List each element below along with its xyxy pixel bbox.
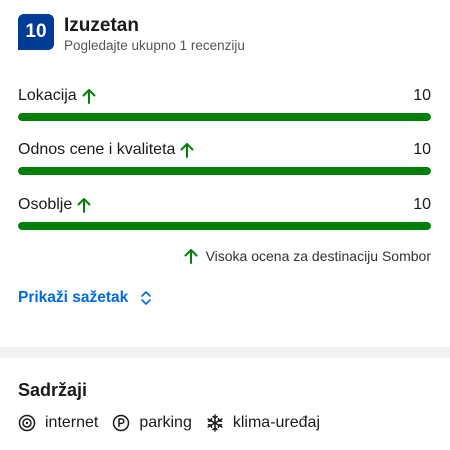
category-value: 10 [413, 87, 431, 104]
category-row-lokacija: Lokacija 10 [18, 84, 431, 121]
amenity-internet: internet [18, 414, 98, 432]
score-bar [18, 113, 431, 121]
category-label: Osoblje [18, 196, 73, 213]
chevron-up-down-icon [141, 291, 152, 305]
amenities-list: internet parking klima-uređaj [18, 414, 334, 432]
arrow-up-icon [82, 89, 96, 104]
arrow-up-icon [77, 198, 91, 213]
amenities-title: Sadržaji [18, 380, 88, 400]
amenity-label: internet [45, 414, 99, 431]
amenity-parking: parking [112, 414, 192, 432]
score-badge: 10 [18, 14, 54, 50]
score-bar-fill [18, 167, 431, 175]
section-divider [0, 347, 450, 358]
category-value: 10 [413, 196, 431, 213]
score-text: Izuzetan Pogledajte ukupno 1 recenziju [64, 14, 245, 55]
amenity-air-conditioning: klima-uređaj [206, 414, 320, 432]
highlight-text: Visoka ocena za destinaciju Sombor [205, 248, 431, 264]
category-label: Odnos cene i kvaliteta [18, 141, 176, 158]
review-score-header: 10 Izuzetan Pogledajte ukupno 1 recenzij… [18, 14, 245, 55]
arrow-up-icon [184, 249, 198, 264]
amenity-label: parking [139, 414, 192, 431]
score-title: Izuzetan [64, 15, 139, 36]
show-summary-button[interactable]: Prikaži sažetak [18, 289, 152, 307]
category-value: 10 [413, 141, 431, 158]
category-label: Lokacija [18, 87, 77, 104]
category-row-osoblje: Osoblje 10 [18, 193, 431, 230]
category-row-odnos-cene: Odnos cene i kvaliteta 10 [18, 138, 431, 175]
snowflake-icon [207, 414, 223, 432]
score-bar [18, 167, 431, 175]
reviews-count-link[interactable]: Pogledajte ukupno 1 recenziju [64, 37, 245, 55]
destination-highlight: Visoka ocena za destinaciju Sombor [184, 248, 431, 264]
show-summary-label: Prikaži sažetak [18, 289, 129, 306]
arrow-up-icon [180, 143, 194, 158]
wifi-icon [18, 414, 36, 432]
score-bar-fill [18, 113, 431, 121]
score-bar [18, 222, 431, 230]
score-bar-fill [18, 222, 431, 230]
parking-icon [113, 414, 130, 432]
amenity-label: klima-uređaj [232, 414, 320, 431]
